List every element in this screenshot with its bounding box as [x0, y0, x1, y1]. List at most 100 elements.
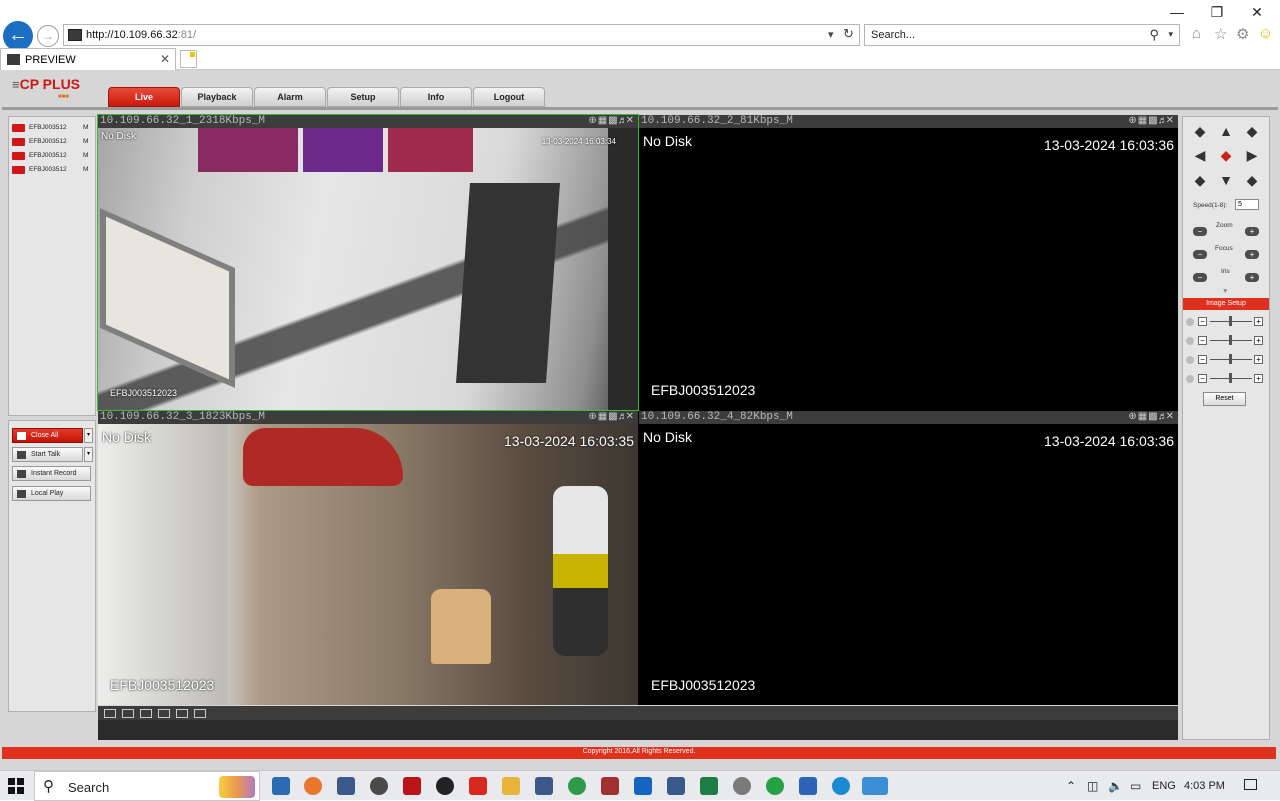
- close-window-icon[interactable]: ✕: [1242, 2, 1272, 22]
- utility-app-icon[interactable]: [733, 777, 751, 795]
- chrome-icon[interactable]: [568, 777, 586, 795]
- iris-plus-button[interactable]: +: [1245, 273, 1259, 282]
- ptz-center-icon[interactable]: ◆: [1218, 147, 1234, 163]
- tab-setup[interactable]: Setup: [327, 87, 399, 107]
- start-talk-dropdown[interactable]: ▾: [84, 447, 93, 462]
- browser-search-box[interactable]: Search... ⚲ ▾: [864, 24, 1180, 46]
- edge-icon[interactable]: [832, 777, 850, 795]
- iris-minus-button[interactable]: −: [1193, 273, 1207, 282]
- excel-icon[interactable]: [700, 777, 718, 795]
- fullscreen-icon[interactable]: [194, 709, 206, 718]
- network-icon[interactable]: ◫: [1087, 779, 1098, 793]
- instant-record-button[interactable]: Instant Record: [12, 466, 91, 481]
- device-item[interactable]: EFBJ003512 M: [11, 150, 95, 162]
- tab-info[interactable]: Info: [400, 87, 472, 107]
- close-all-button[interactable]: Close All: [12, 428, 83, 443]
- pane-toolbar-icons[interactable]: ⊕▦▩♬✕: [1128, 115, 1175, 128]
- slider-knob[interactable]: [1229, 373, 1232, 383]
- ptz-left-icon[interactable]: ◀: [1192, 147, 1208, 163]
- windows-start-icon[interactable]: [8, 778, 24, 794]
- whatsapp-icon[interactable]: [766, 777, 784, 795]
- ptz-up-left-icon[interactable]: ◆: [1192, 123, 1208, 139]
- language-indicator[interactable]: ENG: [1152, 780, 1176, 792]
- tab-playback[interactable]: Playback: [181, 87, 253, 107]
- clock[interactable]: 4:03 PM: [1184, 780, 1225, 792]
- ptz-down-left-icon[interactable]: ◆: [1192, 172, 1208, 188]
- feedback-smiley-icon[interactable]: ☺: [1258, 25, 1273, 42]
- window-app-icon[interactable]: [535, 777, 553, 795]
- slider-minus[interactable]: −: [1198, 336, 1207, 345]
- slider-plus[interactable]: +: [1254, 374, 1263, 383]
- back-button[interactable]: ←: [3, 21, 33, 51]
- slider-minus[interactable]: −: [1198, 355, 1207, 364]
- collapse-arrow-icon[interactable]: ▼: [1222, 288, 1228, 295]
- firefox-icon[interactable]: [304, 777, 322, 795]
- chart-app-icon[interactable]: [799, 777, 817, 795]
- start-talk-button[interactable]: Start Talk: [12, 447, 83, 462]
- local-play-button[interactable]: Local Play: [12, 486, 91, 501]
- window-app-icon[interactable]: [667, 777, 685, 795]
- forward-button[interactable]: →: [37, 25, 59, 47]
- tool-app-icon[interactable]: [601, 777, 619, 795]
- favorites-star-icon[interactable]: ☆: [1214, 25, 1227, 43]
- minimize-icon[interactable]: —: [1162, 2, 1192, 22]
- internet-explorer-icon[interactable]: [862, 777, 888, 795]
- layout-fullwidth-icon[interactable]: [158, 709, 170, 718]
- slider-plus[interactable]: +: [1254, 317, 1263, 326]
- image-setup-header[interactable]: Image Setup: [1183, 298, 1269, 310]
- focus-plus-button[interactable]: +: [1245, 250, 1259, 259]
- vs-code-icon[interactable]: [272, 777, 290, 795]
- media-app-icon[interactable]: [403, 777, 421, 795]
- tab-logout[interactable]: Logout: [473, 87, 545, 107]
- layout-4-icon[interactable]: [140, 709, 152, 718]
- close-all-dropdown[interactable]: ▾: [84, 428, 93, 443]
- slider-knob[interactable]: [1229, 316, 1232, 326]
- slider-minus[interactable]: −: [1198, 317, 1207, 326]
- ptz-right-icon[interactable]: ▶: [1244, 147, 1260, 163]
- slider-plus[interactable]: +: [1254, 355, 1263, 364]
- tab-live[interactable]: Live: [108, 87, 180, 107]
- pane-toolbar-icons[interactable]: ⊕▦▩♬✕: [1128, 411, 1175, 424]
- device-icon[interactable]: ▭: [1130, 779, 1141, 793]
- pane-toolbar-icons[interactable]: ⊕▦▩♬✕: [588, 115, 635, 128]
- layout-1-icon[interactable]: [176, 709, 188, 718]
- settings-gear-icon[interactable]: ⚙: [1236, 25, 1249, 43]
- layout-9-icon[interactable]: [122, 709, 134, 718]
- new-tab-button[interactable]: [180, 50, 197, 68]
- search-dropdown-icon[interactable]: ▾: [1168, 29, 1173, 40]
- address-dropdown-icon[interactable]: ▾: [828, 28, 834, 41]
- home-icon[interactable]: ⌂: [1192, 25, 1201, 42]
- device-item[interactable]: EFBJ003512 M: [11, 136, 95, 148]
- layout-16-icon[interactable]: [104, 709, 116, 718]
- ptz-up-right-icon[interactable]: ◆: [1244, 123, 1260, 139]
- video-pane-4[interactable]: 10.109.66.32_4_82Kbps_M ⊕▦▩♬✕ No Disk 13-…: [639, 411, 1178, 705]
- ptz-up-icon[interactable]: ▲: [1218, 123, 1234, 139]
- notification-icon[interactable]: [1244, 779, 1257, 790]
- reset-button[interactable]: Reset: [1203, 392, 1246, 406]
- tab-alarm[interactable]: Alarm: [254, 87, 326, 107]
- address-bar[interactable]: http://10.109.66.32:81/ ▾ ↻: [63, 24, 860, 46]
- zoom-plus-button[interactable]: +: [1245, 227, 1259, 236]
- slider-plus[interactable]: +: [1254, 336, 1263, 345]
- ptz-down-icon[interactable]: ▼: [1218, 172, 1234, 188]
- file-explorer-icon[interactable]: [502, 777, 520, 795]
- focus-minus-button[interactable]: −: [1193, 250, 1207, 259]
- slider-knob[interactable]: [1229, 335, 1232, 345]
- device-item[interactable]: EFBJ003512 M: [11, 122, 95, 134]
- video-pane-1[interactable]: 10.109.66.32_1_2318Kbps_M ⊕▦▩♬✕ No Disk 1…: [97, 114, 639, 411]
- pane-toolbar-icons[interactable]: ⊕▦▩♬✕: [588, 411, 635, 424]
- video-pane-2[interactable]: 10.109.66.32_2_81Kbps_M ⊕▦▩♬✕ No Disk 13-…: [639, 115, 1178, 410]
- slider-knob[interactable]: [1229, 354, 1232, 364]
- speed-select[interactable]: 5: [1235, 199, 1259, 210]
- refresh-icon[interactable]: ↻: [843, 26, 854, 42]
- sparkle-app-icon[interactable]: [436, 777, 454, 795]
- anydesk-icon[interactable]: [469, 777, 487, 795]
- volume-muted-icon[interactable]: 🔈: [1108, 779, 1123, 793]
- close-tab-icon[interactable]: ✕: [160, 52, 170, 66]
- video-pane-3[interactable]: 10.109.66.32_3_1823Kbps_M ⊕▦▩♬✕ No Disk 1…: [98, 411, 638, 705]
- restore-icon[interactable]: ❐: [1202, 2, 1232, 22]
- tab-preview[interactable]: PREVIEW ✕: [0, 48, 176, 70]
- tray-chevron-icon[interactable]: ⌃: [1066, 779, 1076, 793]
- ptz-down-right-icon[interactable]: ◆: [1244, 172, 1260, 188]
- device-item[interactable]: EFBJ003512 M: [11, 164, 95, 176]
